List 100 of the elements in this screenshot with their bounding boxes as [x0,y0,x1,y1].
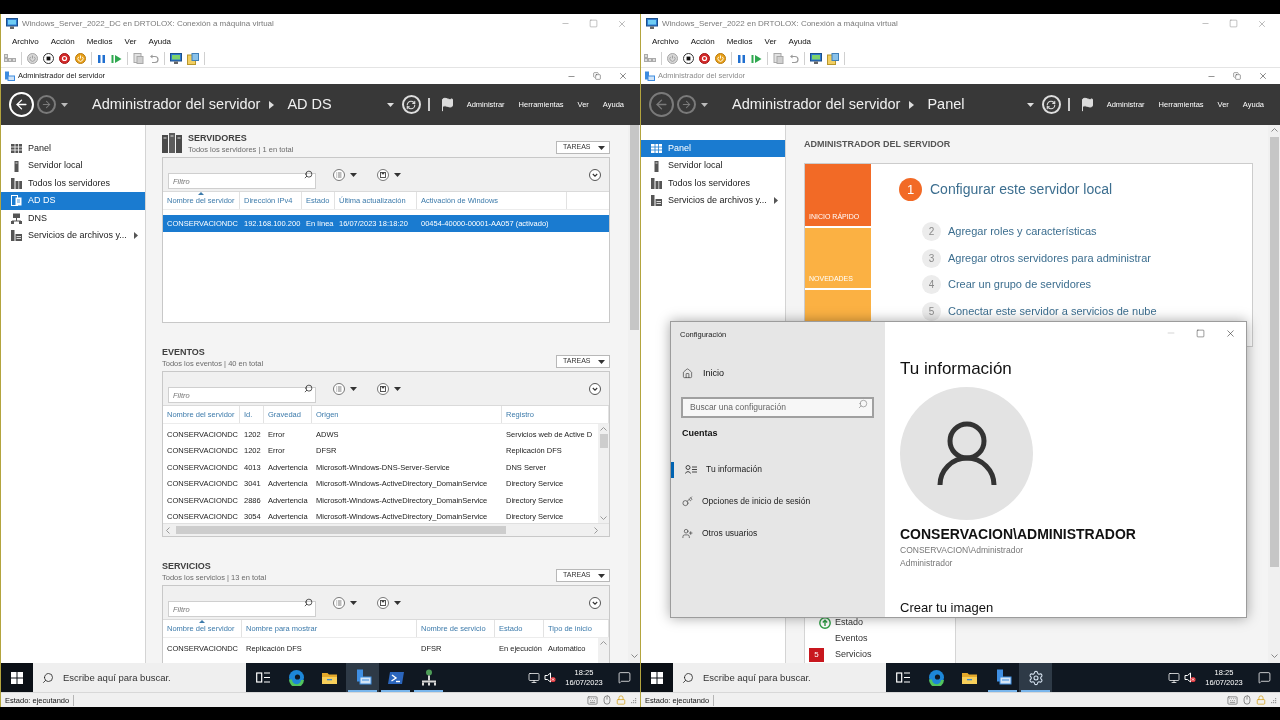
caret-down-icon[interactable] [598,573,605,578]
play-icon[interactable] [111,53,122,64]
step-link[interactable]: Agregar otros servidores para administrar [948,249,1151,267]
undo-icon[interactable] [149,53,159,64]
message-icon[interactable] [1257,671,1271,684]
scroll-up-icon[interactable] [600,427,607,431]
folder-icon[interactable] [187,52,199,65]
list-icon[interactable] [333,596,345,609]
scrollbar-thumb[interactable] [1269,137,1279,567]
play-icon[interactable] [751,53,762,64]
settings-nav-item[interactable]: Tu información [671,461,885,478]
message-icon[interactable] [617,671,631,684]
taskbar-search-field[interactable]: Escribe aquí para buscar. [33,663,246,692]
taskbar-search-field[interactable]: Escribe aquí para buscar. [673,663,886,692]
list-icon[interactable] [333,168,345,181]
sidebar-item[interactable]: Servidor local [1,157,145,175]
caret-down-icon[interactable] [61,102,68,107]
caret-down-icon[interactable] [598,359,605,364]
home-link[interactable]: Inicio [682,366,885,381]
breadcrumb-item[interactable]: Panel [927,93,965,116]
stop-icon[interactable] [683,53,694,64]
vertical-scrollbar[interactable] [598,638,609,663]
scrollbar-thumb[interactable] [599,434,608,448]
caret-down-icon[interactable] [350,600,357,605]
taskbar-app-button[interactable] [346,663,379,692]
scroll-up-icon[interactable] [1270,128,1278,132]
sidebar-item[interactable]: Servidor local [641,157,785,175]
pause-icon[interactable] [737,53,746,64]
flag-icon[interactable] [1079,97,1095,112]
menu-item[interactable]: Medios [720,35,759,48]
caret-down-icon[interactable] [394,600,401,605]
sidebar-item[interactable]: Servicios de archivos y... [1,226,145,245]
sidebar-item[interactable]: Todos los servidores [641,174,785,193]
breadcrumb-item[interactable]: Administrador del servidor [92,93,261,116]
vertical-scrollbar[interactable] [1268,125,1280,663]
breadcrumb-item[interactable]: Administrador del servidor [732,93,901,116]
step-link[interactable]: Configurar este servidor local [930,179,1113,200]
step-link[interactable]: Agregar roles y características [948,223,1097,240]
caret-down-icon[interactable] [598,145,605,150]
target-icon[interactable] [699,53,710,64]
scroll-left-icon[interactable] [166,526,170,534]
caret-down-icon[interactable] [386,102,394,107]
power-icon[interactable] [715,53,726,64]
refresh-button[interactable] [1041,95,1061,114]
monitor-icon[interactable] [810,53,822,64]
scroll-up-icon[interactable] [600,641,607,645]
stop-icon[interactable] [43,53,54,64]
power-icon[interactable] [75,53,86,64]
save-icon[interactable] [377,168,389,181]
menu-item[interactable]: Medios [80,35,119,48]
scroll-down-icon[interactable] [600,516,607,520]
sidebar-item[interactable]: DNS [1,209,145,227]
menu-item[interactable]: Ayuda [142,35,178,48]
close-icon[interactable] [1258,71,1268,81]
sidebar-item[interactable]: Servicios de archivos y... [641,192,785,210]
monitor-icon[interactable] [170,53,182,64]
scroll-right-icon[interactable] [594,526,598,534]
target-icon[interactable] [59,53,70,64]
sidebar-item[interactable]: Todos los servidores [1,174,145,193]
start-button[interactable] [641,663,673,692]
scrollbar-thumb[interactable] [176,526,506,534]
caret-down-icon[interactable] [1026,102,1034,107]
role-item[interactable]: Estado [805,615,955,631]
caret-down-icon[interactable] [394,172,401,177]
expand-arrow-icon[interactable] [134,232,138,240]
chevron-down-circle-icon[interactable] [589,382,601,395]
settings-nav-item[interactable]: Opciones de inicio de sesión [671,493,885,510]
settings-nav-item[interactable]: Otros usuarios [671,525,885,542]
undo-icon[interactable] [789,53,799,64]
scroll-down-icon[interactable] [630,654,638,658]
taskbar-app-button[interactable] [1019,663,1052,692]
menu-item[interactable]: Ver [758,35,783,48]
chevron-down-circle-icon[interactable] [589,596,601,609]
start-button[interactable] [1,663,33,692]
breadcrumb-item[interactable]: AD DS [287,93,332,116]
menu-item[interactable]: Ayuda [782,35,818,48]
caret-down-icon[interactable] [701,102,708,107]
horizontal-scrollbar[interactable] [163,523,609,536]
save-icon[interactable] [377,596,389,609]
monitor-icon[interactable] [528,671,540,684]
sidebar-item[interactable]: AD DS [1,192,145,210]
pause-icon[interactable] [97,53,106,64]
caret-down-icon[interactable] [394,386,401,391]
menu-item[interactable]: Archivo [646,35,685,48]
caret-down-icon[interactable] [350,386,357,391]
role-item[interactable]: 5 Servicios [805,647,955,663]
search-field[interactable]: Buscar una configuración [681,396,874,418]
menu-item[interactable]: Archivo [6,35,45,48]
step-link[interactable]: Crear un grupo de servidores [948,276,1092,293]
scrollbar-thumb[interactable] [629,125,639,330]
flag-icon[interactable] [439,97,455,112]
scroll-down-icon[interactable] [1270,654,1278,658]
folder-icon[interactable] [827,52,839,65]
expand-arrow-icon[interactable] [774,197,778,205]
menu-item[interactable]: Acción [44,35,81,48]
vertical-scrollbar[interactable] [628,125,640,663]
section-link[interactable]: Crear tu imagen [900,600,1246,616]
close-icon[interactable] [618,71,628,81]
speaker-muted-icon[interactable] [1184,672,1196,683]
save-icon[interactable] [377,382,389,395]
